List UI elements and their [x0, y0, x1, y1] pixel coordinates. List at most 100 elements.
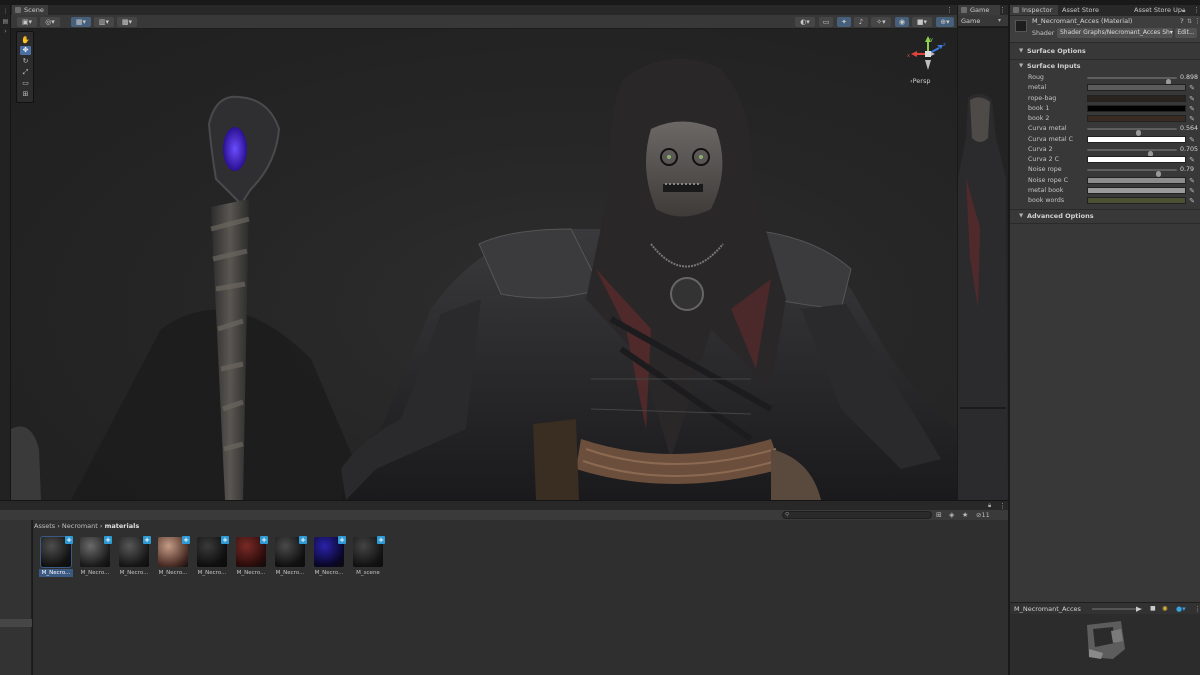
eyedropper-icon[interactable]: ✎	[1188, 114, 1196, 124]
advanced-options-foldout[interactable]: ▼ Advanced Options	[1010, 211, 1200, 222]
foldout-arrow-icon: ▼	[1019, 63, 1024, 69]
projection-label[interactable]: ‹Persp	[910, 76, 950, 86]
tab-asset-store-validator[interactable]: Asset Store Validator	[1058, 5, 1130, 24]
material-asset[interactable]: + M_Necro...	[156, 536, 190, 581]
color-swatch[interactable]	[1087, 84, 1186, 92]
filter-label-icon[interactable]: ◈	[949, 510, 954, 520]
search-icon: ⚲	[785, 512, 790, 518]
breadcrumb-assets[interactable]: Assets	[34, 522, 55, 530]
2d-toggle[interactable]: ▭	[819, 17, 833, 27]
asset-label: M_Necro...	[80, 570, 110, 576]
eyedropper-icon[interactable]: ✎	[1188, 176, 1196, 186]
rect-tool-icon[interactable]: ▭	[20, 79, 31, 88]
filter-type-icon[interactable]: ⊞	[936, 510, 942, 520]
color-swatch[interactable]	[1087, 135, 1186, 143]
material-asset[interactable]: + M_Necro...	[39, 536, 73, 581]
shading-dropdown[interactable]: ◎▾	[40, 17, 60, 27]
tab-game[interactable]: Game	[958, 5, 1000, 15]
draw-mode-dropdown[interactable]: ▣▾	[17, 17, 37, 27]
scale-tool-icon[interactable]: ⤢	[20, 68, 31, 77]
add-asset-icon: +	[377, 536, 385, 544]
material-asset[interactable]: + M_Necro...	[273, 536, 307, 581]
asset-label: M_Necro...	[236, 570, 266, 576]
color-swatch[interactable]	[1087, 104, 1186, 112]
material-asset[interactable]: + M_Necro...	[78, 536, 112, 581]
component-menu-icon[interactable]: ⋮	[1194, 16, 1200, 27]
color-swatch[interactable]	[1087, 197, 1186, 204]
color-swatch[interactable]	[1087, 176, 1186, 184]
property-row: book 2 ✎	[1010, 114, 1200, 124]
color-swatch[interactable]	[1087, 156, 1186, 163]
move-tool-icon[interactable]: ✥	[20, 46, 31, 55]
tab-inspector[interactable]: Inspector	[1010, 5, 1058, 15]
material-preview-area[interactable]	[1010, 614, 1200, 675]
asset-label: M_Necro...	[197, 570, 227, 576]
game-view[interactable]	[958, 28, 1008, 500]
material-asset[interactable]: + M_Necro...	[234, 536, 268, 581]
material-asset[interactable]: + M_Necro...	[312, 536, 346, 581]
hidden-objects-toggle[interactable]: ◉	[895, 17, 909, 27]
scene-tab-menu-icon[interactable]: ⋮	[946, 5, 953, 15]
orientation-dropdown[interactable]: ◐▾	[795, 17, 815, 27]
gizmo-center[interactable]	[925, 51, 931, 57]
eyedropper-icon[interactable]: ✎	[1188, 104, 1196, 114]
help-icon[interactable]: ❓︎	[1180, 16, 1184, 27]
gizmo-x-axis[interactable]	[911, 51, 917, 57]
dock-pin-icon[interactable]: ⋮	[2, 8, 9, 15]
eyedropper-icon[interactable]: ✎	[1188, 83, 1196, 93]
preview-resize-handle[interactable]	[1092, 608, 1142, 610]
eyedropper-icon[interactable]: ✎	[1188, 155, 1196, 165]
increment-snap-dropdown[interactable]: ▩▾	[117, 17, 137, 27]
game-display-dropdown[interactable]: Game	[961, 16, 980, 26]
property-slider[interactable]	[1087, 77, 1177, 85]
orientation-gizmo[interactable]: x y z	[905, 36, 951, 72]
transform-tool-icon[interactable]: ⊞	[20, 90, 31, 99]
inspector-tab-bar: Inspector Asset Store Validator Asset St…	[1010, 5, 1200, 24]
shader-dropdown[interactable]: Shader Graphs/Necromant_Acces Sh▾	[1057, 28, 1173, 38]
property-slider[interactable]	[1087, 169, 1177, 178]
dock-layers-icon[interactable]: ▤	[2, 18, 9, 25]
effects-dropdown[interactable]: ✧▾	[871, 17, 891, 27]
inspector-menu-icon[interactable]: ⋮	[1193, 5, 1200, 15]
property-slider[interactable]	[1087, 128, 1177, 137]
property-value-field[interactable]: 0.898	[1180, 73, 1200, 83]
eyedropper-icon[interactable]: ✎	[1188, 135, 1196, 145]
audio-toggle[interactable]: ♪	[854, 17, 868, 27]
shader-edit-button[interactable]: Edit...	[1175, 28, 1197, 38]
color-swatch[interactable]	[1087, 186, 1186, 194]
scene-viewport[interactable]	[11, 29, 957, 500]
surface-options-foldout[interactable]: ▼ Surface Options	[1010, 46, 1200, 57]
tab-asset-store-upload[interactable]: Asset Store Up	[1130, 5, 1182, 15]
property-value-field[interactable]: 0.564	[1180, 124, 1200, 134]
save-search-icon[interactable]: ★	[962, 510, 968, 520]
property-value-field[interactable]: 0.79	[1180, 165, 1200, 175]
project-search-input[interactable]: ⚲	[782, 511, 932, 519]
hidden-packages-toggle[interactable]: ⊘11	[976, 510, 990, 520]
eyedropper-icon[interactable]: ✎	[1188, 186, 1196, 196]
snap-dropdown[interactable]: ▥▾	[94, 17, 114, 27]
lighting-toggle[interactable]: ✦	[837, 17, 851, 27]
breadcrumb-necromant[interactable]: Necromant	[62, 522, 98, 530]
hand-tool-icon[interactable]: ✋	[20, 36, 31, 45]
material-asset[interactable]: + M_Necro...	[195, 536, 229, 581]
grid-toggle[interactable]: ▦▾	[71, 17, 91, 27]
material-asset[interactable]: + M_Necro...	[117, 536, 151, 581]
material-asset[interactable]: + M_scene	[351, 536, 385, 581]
dock-expand-icon[interactable]: ›	[2, 28, 9, 35]
tab-scene[interactable]: Scene	[12, 5, 48, 15]
gizmos-dropdown[interactable]: ⊕▾	[936, 17, 954, 27]
eyedropper-icon[interactable]: ✎	[1188, 196, 1196, 206]
inspector-lock-icon[interactable]: 🔒︎	[1182, 5, 1185, 15]
property-slider[interactable]	[1087, 148, 1177, 157]
surface-inputs-foldout[interactable]: ▼ Surface Inputs	[1010, 61, 1200, 72]
color-swatch[interactable]	[1087, 115, 1186, 122]
color-swatch[interactable]	[1087, 94, 1186, 102]
camera-dropdown[interactable]: ■▾	[912, 17, 932, 27]
folder-tree-selected-row[interactable]	[0, 619, 32, 627]
eyedropper-icon[interactable]: ✎	[1188, 94, 1196, 104]
rotate-tool-icon[interactable]: ↻	[20, 57, 31, 66]
presets-icon[interactable]: ⇅	[1187, 16, 1192, 27]
project-folder-tree[interactable]	[0, 520, 32, 675]
property-value-field[interactable]: 0.705	[1180, 145, 1200, 155]
game-tab-menu-icon[interactable]: ⋮	[999, 5, 1006, 15]
